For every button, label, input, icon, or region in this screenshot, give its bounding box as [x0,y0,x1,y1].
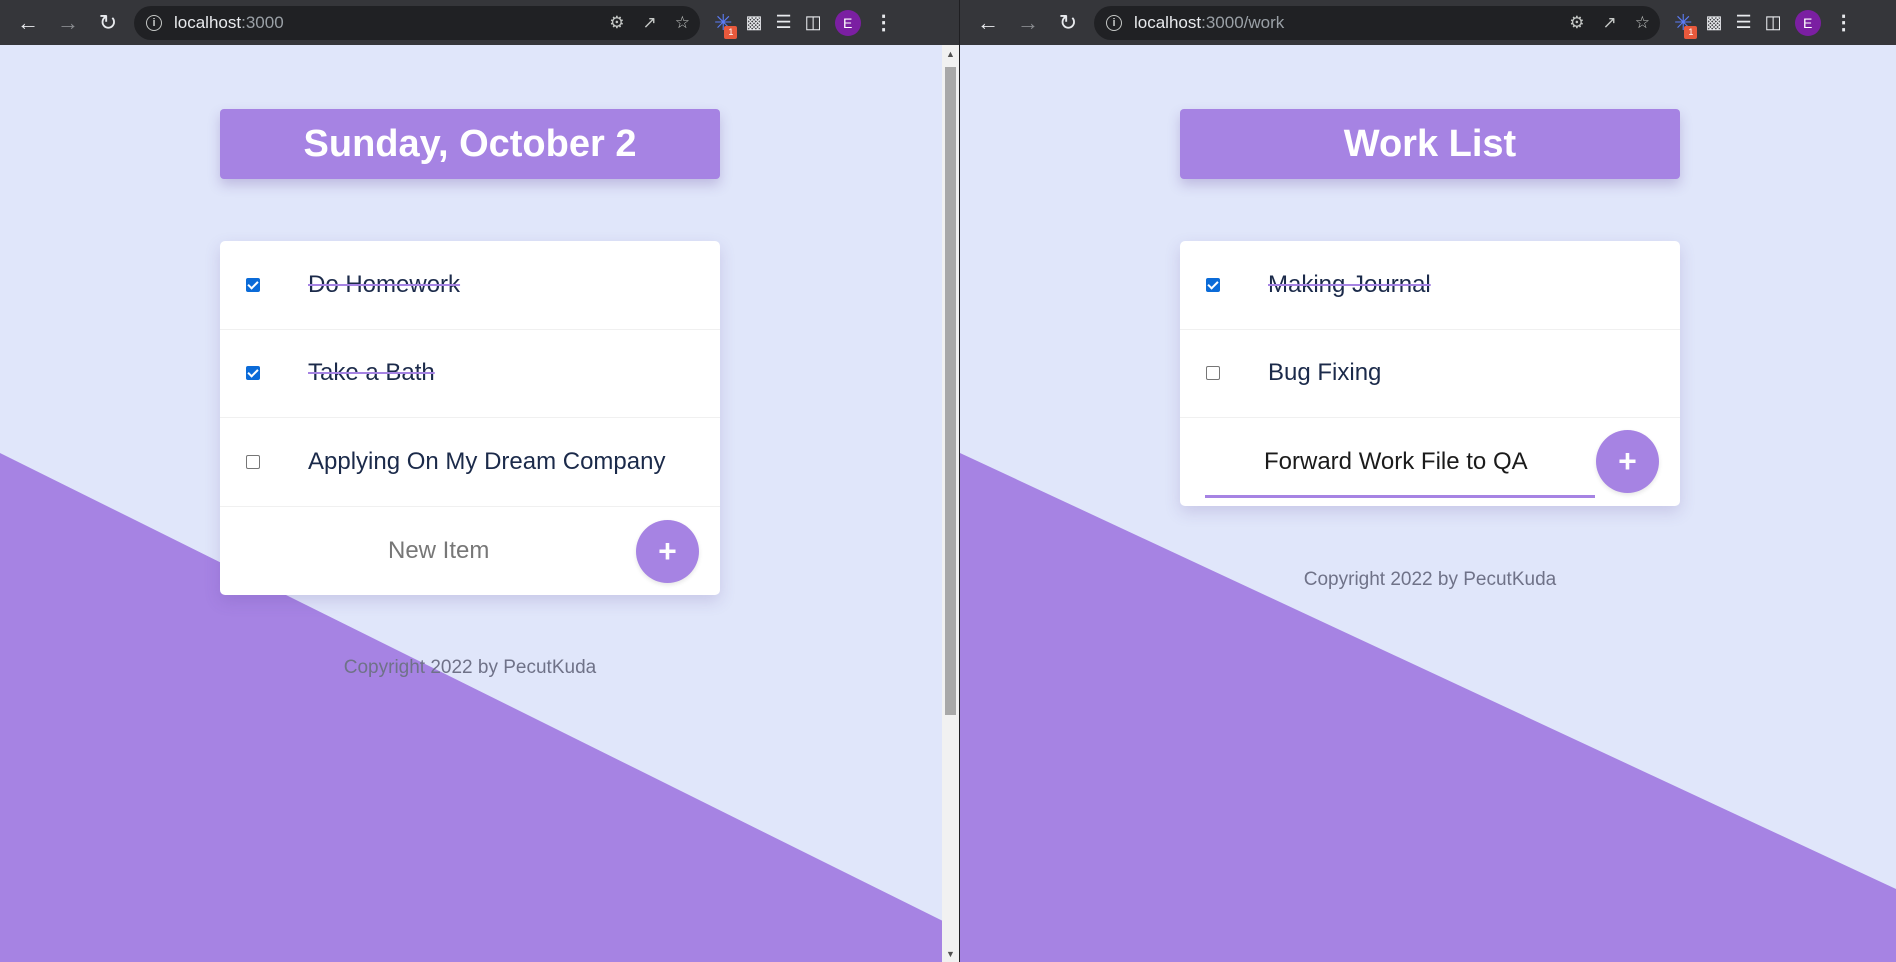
reload-button[interactable]: ↻ [88,0,128,45]
add-item-button[interactable]: + [1596,430,1659,493]
item-checkbox[interactable] [246,454,260,469]
list-item: Making Journal [1180,241,1680,330]
heading-text: Work List [1343,122,1517,165]
extension-icon[interactable]: ✳ 1 [1674,10,1698,39]
list-item: Take a Bath [220,330,720,418]
puzzle-icon[interactable]: ▩ [745,12,762,33]
back-button[interactable]: ← [8,0,48,45]
item-label: Bug Fixing [1268,359,1382,387]
translate-icon[interactable]: ⚙ [609,13,624,33]
add-item-button[interactable]: + [636,519,699,583]
profile-avatar[interactable]: E [1794,9,1821,36]
page-content: Sunday, October 2 Do Homework Take a Bat… [0,45,959,962]
heading-text: Sunday, October 2 [303,122,637,165]
new-item-input[interactable] [388,536,608,565]
browser-toolbar: ← → ↻ i localhost:3000 ⚙ ↗ ☆ ✳ 1 ▩ ☰ ◫ E … [0,0,959,45]
menu-kebab-icon[interactable]: ⋮ [874,10,894,35]
share-icon[interactable]: ↗ [1603,13,1617,33]
bookmark-star-icon[interactable]: ☆ [675,13,690,33]
reload-button[interactable]: ↻ [1048,0,1088,45]
url-text[interactable]: localhost:3000/work [1134,13,1569,33]
item-checkbox[interactable] [246,366,260,381]
extension-badge: 1 [1684,25,1698,39]
vertical-scrollbar[interactable]: ▲ ▼ [942,45,959,962]
media-control-icon[interactable]: ☰ [775,12,791,33]
scroll-thumb[interactable] [945,67,956,715]
translate-icon[interactable]: ⚙ [1569,13,1584,33]
day-heading: Sunday, October 2 [220,109,720,179]
address-bar[interactable]: i localhost:3000 ⚙ ↗ ☆ [134,5,700,40]
todo-list: Do Homework Take a Bath Applying On My D… [220,241,720,595]
address-bar[interactable]: i localhost:3000/work ⚙ ↗ ☆ [1094,5,1660,40]
url-text[interactable]: localhost:3000 [174,13,609,33]
back-button[interactable]: ← [968,0,1008,45]
list-item: Do Homework [220,241,720,330]
new-item-input[interactable] [1264,448,1564,476]
browser-toolbar: ← → ↻ i localhost:3000/work ⚙ ↗ ☆ ✳ 1 ▩ ☰… [960,0,1896,45]
browser-window-right: ← → ↻ i localhost:3000/work ⚙ ↗ ☆ ✳ 1 ▩ ☰… [960,0,1896,962]
menu-kebab-icon[interactable]: ⋮ [1834,10,1854,35]
new-item-form: + [220,507,720,595]
list-item: Bug Fixing [1180,330,1680,418]
side-panel-icon[interactable]: ◫ [805,12,822,33]
input-underline [1205,495,1595,498]
extension-icon[interactable]: ✳ 1 [714,10,738,39]
item-label: Applying On My Dream Company [308,447,666,475]
site-info-icon[interactable]: i [146,14,162,31]
item-checkbox[interactable] [1206,277,1220,292]
item-checkbox[interactable] [246,277,260,292]
extension-badge: 1 [724,25,738,39]
todo-list: Making Journal Bug Fixing + [1180,241,1680,506]
list-heading: Work List [1180,109,1680,179]
profile-avatar[interactable]: E [834,9,861,36]
side-panel-icon[interactable]: ◫ [1765,12,1782,33]
page-content: Work List Making Journal Bug Fixing + Co… [960,45,1896,962]
item-label: Making Journal [1268,270,1431,298]
bookmark-star-icon[interactable]: ☆ [1635,13,1650,33]
browser-window-left: ← → ↻ i localhost:3000 ⚙ ↗ ☆ ✳ 1 ▩ ☰ ◫ E … [0,0,959,962]
puzzle-icon[interactable]: ▩ [1705,12,1722,33]
forward-button[interactable]: → [48,0,88,45]
share-icon[interactable]: ↗ [643,13,657,33]
footer-copyright: Copyright 2022 by PecutKuda [343,657,597,678]
scroll-up-arrow[interactable]: ▲ [942,45,959,62]
new-item-form: + [1180,418,1680,506]
item-checkbox[interactable] [1206,366,1220,381]
media-control-icon[interactable]: ☰ [1735,12,1751,33]
item-label: Take a Bath [308,359,435,387]
scroll-down-arrow[interactable]: ▼ [942,945,959,962]
screen: ← → ↻ i localhost:3000 ⚙ ↗ ☆ ✳ 1 ▩ ☰ ◫ E … [0,0,1896,962]
footer-copyright: Copyright 2022 by PecutKuda [1303,569,1557,590]
forward-button[interactable]: → [1008,0,1048,45]
list-item: Applying On My Dream Company [220,418,720,507]
site-info-icon[interactable]: i [1106,14,1122,31]
item-label: Do Homework [308,270,461,298]
